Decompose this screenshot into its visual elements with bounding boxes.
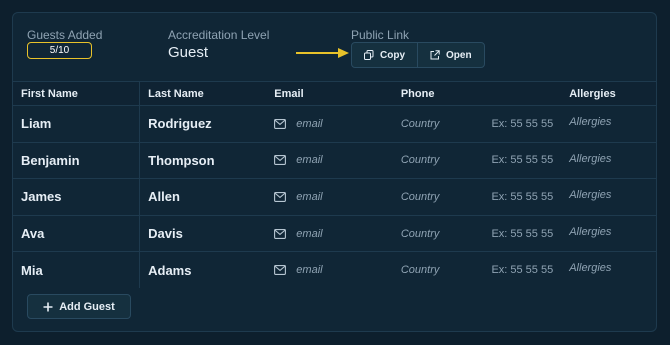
mail-icon [274,265,287,276]
country-select[interactable]: Country [401,191,440,203]
copy-icon [364,50,374,60]
table-row: Benjamin Thompson email Country Ex: 55 55 55… [13,141,656,179]
email-cell[interactable]: email [266,178,393,216]
email-placeholder: email [296,227,323,240]
phone-placeholder[interactable]: Ex: 55 55 55 [491,191,553,203]
last-name-cell[interactable]: Rodriguez [139,105,267,143]
allergies-cell[interactable]: Allergies [561,178,656,216]
copy-label: Copy [380,49,405,61]
guests-added-label: Guests Added [27,28,103,42]
guest-list-panel: Guests Added 5/10 Accreditation Level Gu… [12,12,657,332]
pointer-arrow-icon [296,48,349,58]
last-name-cell[interactable]: Adams [139,251,267,289]
public-link-button-group: Copy Open [351,42,485,68]
allergies-cell[interactable]: Allergies [561,214,656,252]
allergies-cell[interactable]: Allergies [561,105,656,143]
external-link-icon [430,50,440,60]
first-name-cell[interactable]: Liam [13,105,141,143]
open-button[interactable]: Open [417,43,484,67]
table-row: Ava Davis email Country Ex: 55 55 55 Allergie… [13,214,656,252]
phone-cell[interactable]: Country Ex: 55 55 55 [392,251,562,289]
mail-icon [274,155,287,166]
allergies-placeholder: Allergies [569,116,612,128]
table-header-row: First Name Last Name Email Phone Allergi… [13,81,656,106]
summary-header: Guests Added 5/10 Accreditation Level Gu… [13,13,656,81]
phone-placeholder[interactable]: Ex: 55 55 55 [491,118,553,130]
accreditation-value: Guest [168,44,209,61]
country-select[interactable]: Country [401,154,440,166]
column-email: Email [266,81,393,106]
allergies-placeholder: Allergies [569,152,612,165]
copy-button[interactable]: Copy [352,43,417,67]
column-first-name: First Name [13,81,141,106]
country-select[interactable]: Country [401,264,440,276]
add-guest-button[interactable]: Add Guest [27,294,131,319]
phone-placeholder[interactable]: Ex: 55 55 55 [491,154,553,166]
accreditation-label: Accreditation Level [168,28,270,42]
last-name-cell[interactable]: Thompson [139,141,267,179]
mail-icon [274,118,287,129]
last-name-cell[interactable]: Allen [139,178,267,216]
email-placeholder: email [296,154,323,167]
email-placeholder: email [296,190,323,203]
phone-cell[interactable]: Country Ex: 55 55 55 [392,214,562,252]
email-placeholder: email [296,117,323,130]
allergies-cell[interactable]: Allergies [561,141,656,179]
table-row: Liam Rodriguez email Country Ex: 55 55 55 All… [13,105,656,143]
guests-added-badge: 5/10 [27,42,92,59]
add-guest-label: Add Guest [59,300,115,313]
public-link-label: Public Link [351,28,410,42]
allergies-placeholder: Allergies [569,189,612,202]
email-placeholder: email [296,264,323,277]
table-row: James Allen email Country Ex: 55 55 55 Allerg… [13,178,656,216]
phone-cell[interactable]: Country Ex: 55 55 55 [392,141,562,179]
guest-table: First Name Last Name Email Phone Allergi… [13,81,656,289]
email-cell[interactable]: email [266,105,393,143]
column-allergies: Allergies [561,81,656,106]
email-cell[interactable]: email [266,214,393,252]
allergies-placeholder: Allergies [569,262,612,275]
first-name-cell[interactable]: Benjamin [13,141,141,179]
mail-icon [274,228,287,239]
email-cell[interactable]: email [266,141,393,179]
country-select[interactable]: Country [401,228,440,240]
open-label: Open [446,49,472,61]
country-select[interactable]: Country [401,118,440,130]
phone-cell[interactable]: Country Ex: 55 55 55 [392,105,562,143]
first-name-cell[interactable]: Mia [13,251,141,289]
email-cell[interactable]: email [266,251,393,289]
allergies-cell[interactable]: Allergies [561,251,656,289]
plus-icon [43,302,53,311]
table-row: Mia Adams email Country Ex: 55 55 55 Allergie… [13,251,656,289]
first-name-cell[interactable]: Ava [13,214,141,252]
mail-icon [274,192,287,202]
last-name-cell[interactable]: Davis [139,214,267,252]
column-last-name: Last Name [139,81,267,106]
allergies-placeholder: Allergies [569,225,612,238]
column-phone: Phone [392,81,562,106]
phone-cell[interactable]: Country Ex: 55 55 55 [392,178,562,216]
first-name-cell[interactable]: James [13,178,141,216]
phone-placeholder[interactable]: Ex: 55 55 55 [491,228,553,240]
phone-placeholder[interactable]: Ex: 55 55 55 [491,264,553,276]
